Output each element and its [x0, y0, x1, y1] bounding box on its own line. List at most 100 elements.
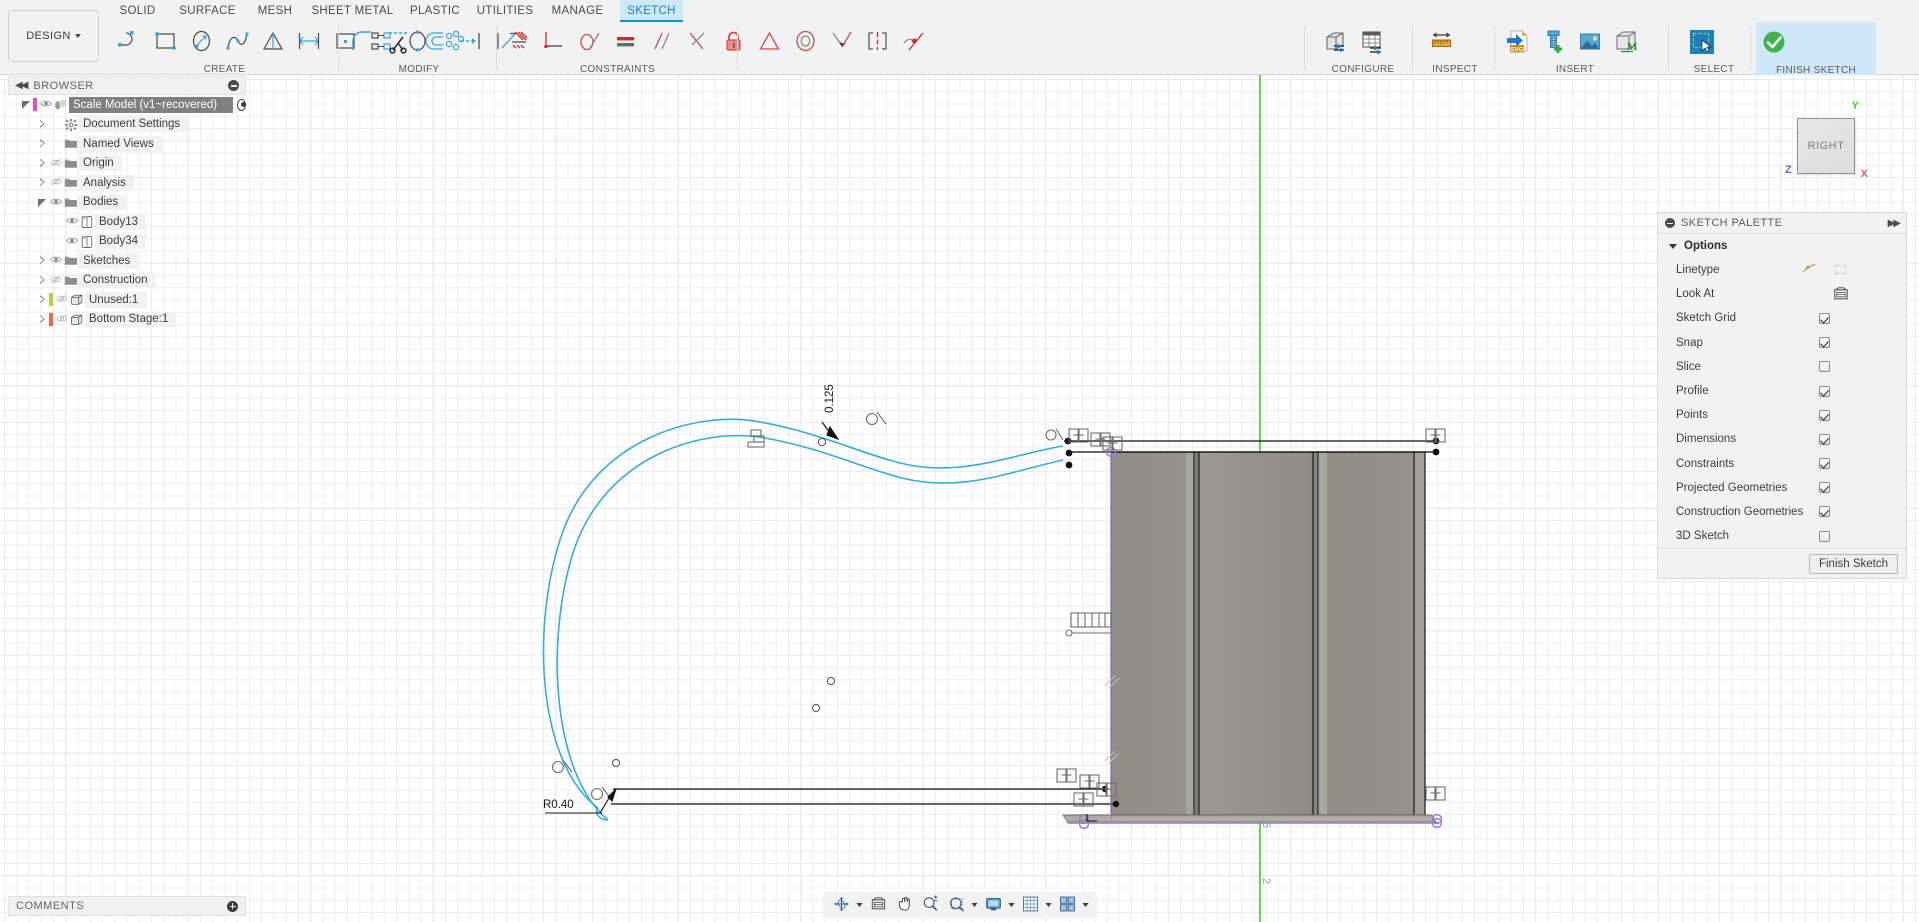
browser-item-bottom-stage-1[interactable]: Bottom Stage:1: [8, 310, 246, 330]
polygon-tool[interactable]: [256, 25, 292, 61]
equal-constraint[interactable]: [608, 25, 644, 61]
midpoint-constraint[interactable]: [752, 25, 788, 61]
tangent-constraint[interactable]: [572, 25, 608, 61]
browser-item-named-views[interactable]: Named Views: [8, 134, 246, 154]
workspace-switcher-button[interactable]: DESIGN: [8, 10, 99, 62]
ribbon-tab-mesh[interactable]: MESH: [250, 0, 300, 22]
panel-title[interactable]: CONFIGURE: [1318, 64, 1408, 75]
checkbox-sketch-grid[interactable]: [1819, 312, 1830, 324]
slot-tool[interactable]: [292, 25, 328, 61]
collapse-arrow-icon[interactable]: [36, 254, 49, 267]
checkbox-3d-sketch[interactable]: [1819, 530, 1830, 542]
ribbon-tab-manage[interactable]: MANAGE: [545, 0, 610, 22]
panel-title[interactable]: INSPECT: [1424, 64, 1486, 75]
eye-visible-icon[interactable]: [65, 215, 80, 228]
collapse-arrow-icon[interactable]: [36, 157, 49, 170]
minus-circle-icon[interactable]: [1665, 218, 1675, 228]
browser-item-analysis[interactable]: Analysis: [8, 173, 246, 193]
panel-title[interactable]: CREATE: [112, 64, 337, 75]
activate-component-radio[interactable]: [237, 98, 246, 111]
insert-canvas-image[interactable]: [1572, 25, 1608, 61]
grid-and-snaps[interactable]: [1017, 893, 1043, 917]
fix-unfix-constraint[interactable]: [716, 25, 752, 61]
finish-sketch-button[interactable]: [1756, 25, 1792, 61]
canvas[interactable]: .521.5 0.125R0.40 RIGHT Y X Z: [0, 75, 1919, 922]
ribbon-tab-plastic[interactable]: PLASTIC: [405, 0, 465, 22]
panel-title[interactable]: CONSTRAINTS: [500, 64, 735, 75]
symmetry-constraint[interactable]: [860, 25, 896, 61]
insert-svg-tool[interactable]: SVG: [1500, 25, 1536, 61]
checkbox-points[interactable]: [1819, 409, 1830, 421]
line-tool[interactable]: [112, 25, 148, 61]
linetype-normal-icon[interactable]: [1801, 261, 1819, 279]
orbit-tool[interactable]: [828, 893, 854, 917]
collinear-constraint[interactable]: [824, 25, 860, 61]
linetype-construction-icon[interactable]: [1832, 261, 1850, 279]
perpendicular-constraint[interactable]: [680, 25, 716, 61]
double-left-arrow-icon[interactable]: ◀◀: [15, 80, 28, 91]
zoom-tool[interactable]: [917, 893, 943, 917]
measure-tool[interactable]: [1424, 25, 1460, 61]
finish-sketch-button[interactable]: Finish Sketch: [1808, 553, 1898, 574]
fillet-tool[interactable]: [345, 25, 381, 61]
chevron-down-icon[interactable]: [854, 893, 865, 917]
browser-item-body34[interactable]: Body34: [8, 232, 246, 252]
comments-panel[interactable]: COMMENTS: [8, 896, 246, 916]
configure-part-tool[interactable]: [1318, 25, 1354, 61]
multiple-views[interactable]: [1054, 893, 1080, 917]
circle-tool[interactable]: [184, 25, 220, 61]
collapse-arrow-icon[interactable]: [36, 176, 49, 189]
checkbox-construction-geometries[interactable]: [1819, 506, 1830, 518]
dimension-r040[interactable]: R0.40: [543, 799, 574, 811]
trim-tool[interactable]: [381, 25, 417, 61]
insert-mesh-tool[interactable]: M: [1608, 25, 1644, 61]
browser-item-bodies[interactable]: Bodies: [8, 193, 246, 213]
chevron-down-icon[interactable]: [1006, 893, 1017, 917]
double-right-arrow-icon[interactable]: ▶▶: [1888, 218, 1901, 229]
display-settings[interactable]: [980, 893, 1006, 917]
browser-item-scale-model-v1-recovered[interactable]: Scale Model (v1~recovered): [8, 95, 246, 115]
expand-arrow-icon[interactable]: [36, 196, 49, 209]
ribbon-tab-sketch[interactable]: SKETCH: [620, 0, 683, 22]
spline-tool[interactable]: [220, 25, 256, 61]
collapse-arrow-icon[interactable]: [36, 137, 49, 150]
look-at-icon[interactable]: [1832, 285, 1850, 303]
chevron-down-icon[interactable]: [1080, 893, 1091, 917]
eye-hidden-icon[interactable]: [55, 293, 70, 306]
parallel-constraint[interactable]: [644, 25, 680, 61]
configure-table-tool[interactable]: [1354, 25, 1390, 61]
rectangle-tool[interactable]: [148, 25, 184, 61]
browser-item-body13[interactable]: Body13: [8, 212, 246, 232]
select-tool[interactable]: [1684, 25, 1720, 61]
checkbox-profile[interactable]: [1819, 385, 1830, 397]
eye-hidden-icon[interactable]: [49, 176, 64, 189]
sketch-dimension-tool[interactable]: [500, 25, 536, 61]
chevron-down-icon[interactable]: [969, 893, 980, 917]
checkbox-snap[interactable]: [1819, 337, 1830, 349]
eye-visible-icon[interactable]: [49, 254, 64, 267]
eye-visible-icon[interactable]: [65, 235, 80, 248]
pan-tool[interactable]: [891, 893, 917, 917]
ribbon-tab-solid[interactable]: SOLID: [110, 0, 165, 22]
checkbox-dimensions[interactable]: [1819, 433, 1830, 445]
expand-arrow-icon[interactable]: [20, 98, 33, 111]
view-cube-face[interactable]: RIGHT: [1797, 118, 1855, 174]
concentric-constraint[interactable]: [788, 25, 824, 61]
collapse-arrow-icon[interactable]: [36, 118, 49, 131]
browser-item-sketches[interactable]: Sketches: [8, 251, 246, 271]
zoom-window-tool[interactable]: [943, 893, 969, 917]
minus-circle-icon[interactable]: [228, 80, 239, 91]
browser-item-construction[interactable]: Construction: [8, 271, 246, 291]
browser-item-unused-1[interactable]: Unused:1: [8, 290, 246, 310]
offset-tool[interactable]: [417, 25, 453, 61]
chevron-down-icon[interactable]: [1043, 893, 1054, 917]
browser-item-document-settings[interactable]: Document Settings: [8, 115, 246, 135]
eye-hidden-icon[interactable]: [49, 274, 64, 287]
extend-tool[interactable]: [453, 25, 489, 61]
panel-title[interactable]: SELECT: [1684, 64, 1744, 75]
collapse-arrow-icon[interactable]: [36, 274, 49, 287]
view-cube[interactable]: RIGHT Y X Z: [1783, 100, 1871, 182]
horizontal-vertical-constraint[interactable]: [536, 25, 572, 61]
eye-visible-icon[interactable]: [49, 196, 64, 209]
collapse-arrow-icon[interactable]: [36, 313, 49, 326]
